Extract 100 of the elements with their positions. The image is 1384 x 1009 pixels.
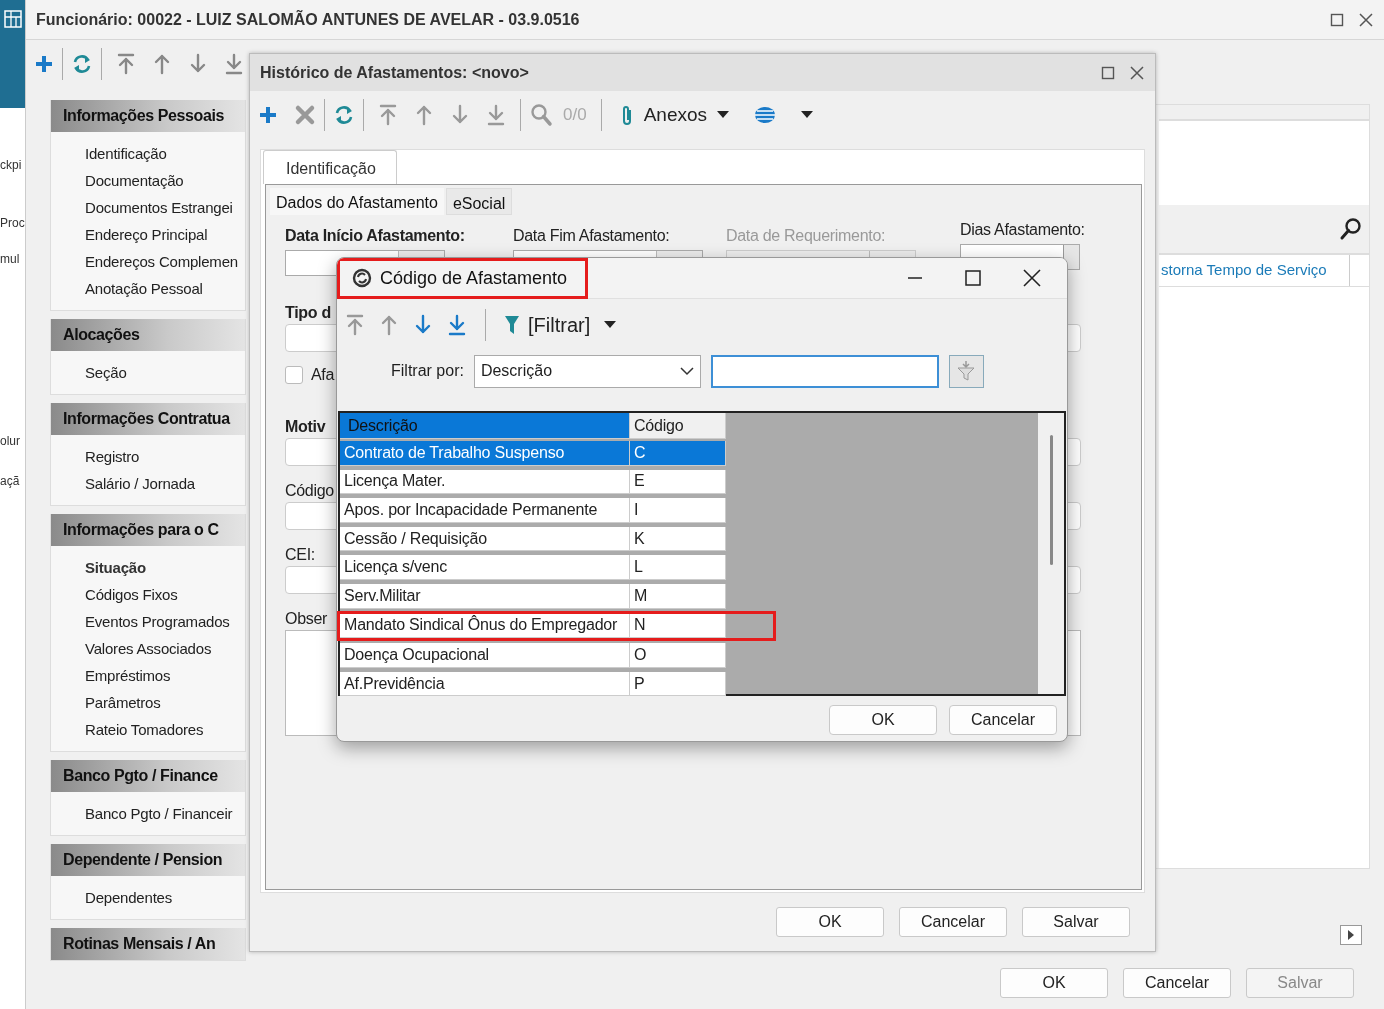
first-arrow-icon[interactable] bbox=[116, 53, 136, 75]
up-arrow-icon[interactable] bbox=[152, 53, 172, 75]
close-icon[interactable] bbox=[1358, 11, 1374, 28]
up-arrow-icon[interactable] bbox=[379, 314, 399, 336]
table-cell[interactable]: P bbox=[630, 671, 726, 697]
scroll-right-button[interactable] bbox=[1340, 925, 1362, 945]
sidebar-item[interactable]: Documentos Estrangei bbox=[85, 194, 245, 221]
sidebar-text[interactable]: olur bbox=[0, 434, 25, 448]
section-header[interactable]: Informações Pessoais bbox=[51, 100, 245, 132]
dropdown[interactable]: Descrição bbox=[473, 354, 701, 388]
last-arrow-icon[interactable] bbox=[486, 104, 506, 126]
sidebar-item[interactable]: Valores Associados bbox=[85, 635, 245, 662]
grid-icon[interactable] bbox=[3, 10, 22, 28]
table-cell[interactable]: Licença Mater. bbox=[340, 469, 630, 495]
maximize-icon[interactable] bbox=[1330, 12, 1344, 27]
section-header[interactable]: Informações Contratua bbox=[51, 403, 245, 435]
tab[interactable]: eSocial bbox=[445, 188, 513, 215]
table-cell[interactable]: Cessão / Requisição bbox=[340, 526, 630, 552]
close-icon[interactable] bbox=[1023, 269, 1041, 287]
table-cell[interactable]: I bbox=[630, 498, 726, 523]
filter-button[interactable] bbox=[948, 354, 984, 388]
ok-button[interactable]: OK bbox=[776, 907, 884, 937]
table-cell[interactable]: Contrato de Trabalho Suspenso bbox=[340, 441, 630, 466]
dialog-button[interactable]: Cancelar bbox=[1123, 968, 1231, 998]
tab[interactable]: Identificação bbox=[263, 150, 397, 184]
table-cell[interactable]: N bbox=[630, 613, 726, 639]
sidebar-item[interactable]: Empréstimos bbox=[85, 662, 245, 689]
up-arrow-icon[interactable] bbox=[414, 104, 434, 126]
sidebar-item[interactable]: Documentação bbox=[85, 167, 245, 194]
sidebar-item[interactable]: Endereço Principal bbox=[85, 221, 245, 248]
section-header[interactable]: Dependente / Pension bbox=[51, 844, 245, 876]
section-header[interactable]: Alocações bbox=[51, 319, 245, 351]
dialog-button[interactable]: Cancelar bbox=[949, 705, 1057, 735]
down-arrow-icon[interactable] bbox=[188, 53, 208, 75]
down-arrow-icon[interactable] bbox=[450, 104, 470, 126]
column-header[interactable]: Descrição bbox=[340, 413, 630, 439]
filter-menu[interactable]: [Filtrar] bbox=[528, 310, 591, 340]
attachments-menu[interactable]: Anexos bbox=[637, 100, 713, 130]
sidebar-text[interactable]: mul bbox=[0, 252, 25, 266]
sidebar-item[interactable]: Parâmetros bbox=[85, 689, 245, 716]
table-cell[interactable]: Serv.Militar bbox=[340, 583, 630, 609]
caret-icon[interactable] bbox=[801, 111, 813, 119]
sidebar-item[interactable]: Eventos Programados bbox=[85, 608, 245, 635]
column-header[interactable]: Código bbox=[630, 413, 726, 439]
sidebar-item[interactable]: Rateio Tomadores bbox=[85, 716, 245, 743]
last-arrow-icon[interactable] bbox=[224, 53, 244, 75]
caret-icon[interactable] bbox=[604, 321, 617, 329]
sidebar-item[interactable]: Dependentes bbox=[85, 884, 245, 911]
search-field[interactable] bbox=[710, 354, 939, 388]
sidebar-item[interactable]: Códigos Fixos bbox=[85, 581, 245, 608]
section-header[interactable]: Banco Pgto / Finance bbox=[51, 760, 245, 792]
sidebar-item[interactable]: Endereços Complemen bbox=[85, 248, 245, 275]
globe-icon[interactable] bbox=[753, 105, 777, 125]
add-icon[interactable] bbox=[258, 105, 278, 125]
last-arrow-icon[interactable] bbox=[447, 314, 467, 336]
dialog-button[interactable]: Salvar bbox=[1022, 907, 1130, 937]
table-cell[interactable]: Apos. por Incapacidade Permanente bbox=[340, 498, 630, 523]
delete-icon[interactable] bbox=[294, 104, 316, 126]
maximize-icon[interactable] bbox=[965, 270, 981, 286]
sidebar-item[interactable]: Identificação bbox=[85, 140, 245, 167]
add-icon[interactable] bbox=[34, 54, 54, 74]
filter-icon[interactable] bbox=[504, 314, 520, 336]
first-arrow-icon[interactable] bbox=[378, 104, 398, 126]
table-cell[interactable]: Af.Previdência bbox=[340, 671, 630, 697]
section-header[interactable]: Rotinas Mensais / An bbox=[51, 928, 245, 960]
sidebar-item[interactable]: Banco Pgto / Financeir bbox=[85, 800, 245, 827]
section-header[interactable]: Informações para o C bbox=[51, 514, 245, 546]
sidebar-item[interactable]: Situação bbox=[85, 554, 245, 581]
checkbox[interactable] bbox=[285, 366, 303, 384]
table-cell[interactable]: Doença Ocupacional bbox=[340, 643, 630, 668]
refresh-icon[interactable] bbox=[71, 53, 93, 75]
down-arrow-icon[interactable] bbox=[413, 314, 433, 336]
maximize-icon[interactable] bbox=[1101, 65, 1115, 80]
table-cell[interactable]: C bbox=[630, 441, 726, 466]
sidebar-text[interactable]: ckpi bbox=[0, 158, 25, 172]
ok-button[interactable]: OK bbox=[1000, 968, 1108, 998]
table-cell[interactable]: O bbox=[630, 643, 726, 668]
filter-icon bbox=[956, 360, 977, 382]
table-cell[interactable]: Mandato Sindical Ônus do Empregador bbox=[340, 613, 630, 639]
field-label: Motiv bbox=[285, 417, 326, 437]
refresh-icon[interactable] bbox=[333, 104, 355, 126]
sidebar-item[interactable]: Salário / Jornada bbox=[85, 470, 245, 497]
caret-icon[interactable] bbox=[717, 111, 729, 119]
table-cell[interactable]: L bbox=[630, 555, 726, 580]
window-title: Funcionário: 00022 - LUIZ SALOMÃO ANTUNES DE AVELAR - 03.9.0516 bbox=[36, 9, 580, 30]
sidebar-item[interactable]: Anotação Pessoal bbox=[85, 275, 245, 302]
search-icon[interactable] bbox=[1339, 217, 1363, 241]
scrollbar-thumb[interactable] bbox=[1049, 435, 1053, 565]
sidebar-item[interactable]: Seção bbox=[85, 359, 245, 386]
table-cell[interactable]: K bbox=[630, 526, 726, 552]
first-arrow-icon[interactable] bbox=[345, 314, 365, 336]
sidebar-text[interactable]: Proc bbox=[0, 216, 25, 230]
table-cell[interactable]: Licença s/venc bbox=[340, 555, 630, 580]
table-cell[interactable]: M bbox=[630, 583, 726, 609]
ok-button[interactable]: OK bbox=[829, 705, 937, 735]
table-cell[interactable]: E bbox=[630, 469, 726, 495]
sidebar-item[interactable]: Registro bbox=[85, 443, 245, 470]
sidebar-text[interactable]: açã bbox=[0, 474, 25, 488]
tab[interactable]: Dados do Afastamento bbox=[270, 188, 444, 215]
dialog-button[interactable]: Cancelar bbox=[899, 907, 1007, 937]
